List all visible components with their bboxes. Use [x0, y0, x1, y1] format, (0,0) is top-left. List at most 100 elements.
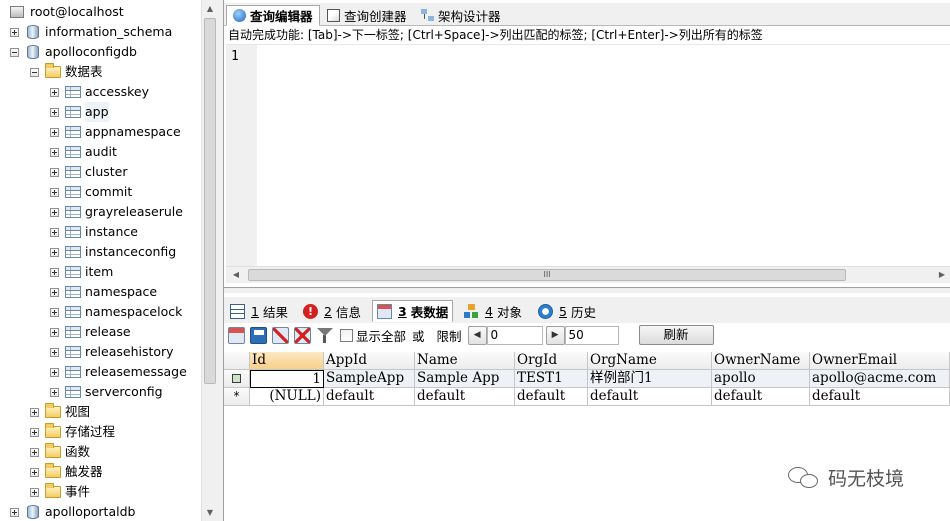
expand-icon[interactable]: [50, 127, 59, 137]
table-cell[interactable]: (NULL): [250, 388, 324, 406]
expand-icon[interactable]: [50, 167, 59, 177]
delete-selected-icon[interactable]: [294, 326, 311, 344]
tree-node[interactable]: grayreleaserule: [50, 202, 183, 222]
table-cell[interactable]: default: [515, 388, 588, 406]
table-cell[interactable]: default: [324, 388, 415, 406]
tab-table-data[interactable]: 3 表数据: [372, 300, 454, 322]
prev-page-button[interactable]: ◀: [467, 325, 487, 345]
scroll-left-arrow-icon[interactable]: ◀: [228, 267, 244, 283]
tree-node[interactable]: 视图: [30, 402, 90, 422]
expand-icon[interactable]: [10, 507, 19, 517]
expand-icon[interactable]: [50, 207, 59, 217]
tree-node[interactable]: cluster: [50, 162, 128, 182]
tree-node[interactable]: 事件: [30, 482, 90, 502]
import-table-icon[interactable]: [228, 326, 245, 344]
tab-history[interactable]: 5 历史: [534, 300, 600, 322]
expand-icon[interactable]: [50, 107, 59, 117]
tree-node[interactable]: instance: [50, 222, 138, 242]
tree-node[interactable]: 数据表: [30, 62, 103, 82]
tab-objects[interactable]: 4 对象: [460, 300, 526, 322]
tree-node[interactable]: namespacelock: [50, 302, 182, 322]
column-header[interactable]: Id: [250, 352, 324, 370]
tab-messages[interactable]: ! 2 信息: [299, 300, 365, 322]
tree-node[interactable]: namespace: [50, 282, 157, 302]
column-header[interactable]: AppId: [324, 352, 415, 370]
table-row[interactable]: 1 SampleApp Sample App TEST1 样例部门1 apollo apol…: [224, 370, 950, 388]
tree-node[interactable]: audit: [50, 142, 117, 162]
scroll-up-arrow-icon[interactable]: ▲: [202, 0, 218, 17]
refresh-button[interactable]: 刷新: [638, 325, 714, 345]
column-header[interactable]: Name: [415, 352, 515, 370]
new-row-indicator[interactable]: *: [224, 388, 250, 406]
expand-icon[interactable]: [50, 87, 59, 97]
expand-icon[interactable]: [50, 187, 59, 197]
tree-node[interactable]: accesskey: [50, 82, 149, 102]
tree-vertical-scrollbar[interactable]: ▲ ▼: [201, 0, 218, 521]
expand-icon[interactable]: [30, 487, 39, 497]
expand-icon[interactable]: [50, 327, 59, 337]
table-cell[interactable]: apollo@acme.com: [810, 370, 950, 388]
expand-icon[interactable]: [30, 407, 39, 417]
expand-icon[interactable]: [50, 347, 59, 357]
expand-icon[interactable]: [30, 427, 39, 437]
table-cell[interactable]: default: [810, 388, 950, 406]
sql-editor[interactable]: 1 ◀ III ▶: [226, 44, 950, 283]
limit-count-input[interactable]: 50: [564, 325, 619, 345]
tree-node[interactable]: apolloconfigdb: [10, 42, 137, 62]
expand-icon[interactable]: [50, 227, 59, 237]
expand-icon[interactable]: [10, 27, 19, 37]
column-header[interactable]: OwnerEmail: [810, 352, 950, 370]
tree-node[interactable]: apolloportaldb: [10, 502, 135, 521]
horizontal-splitter[interactable]: [224, 287, 950, 293]
filter-icon[interactable]: [316, 326, 333, 344]
tree-scroll-thumb[interactable]: [204, 18, 216, 384]
table-cell[interactable]: default: [588, 388, 712, 406]
expand-icon[interactable]: [50, 387, 59, 397]
tree-node[interactable]: release: [50, 322, 131, 342]
expand-icon[interactable]: [30, 467, 39, 477]
column-header[interactable]: OrgName: [588, 352, 712, 370]
tree-node[interactable]: app: [50, 102, 109, 122]
table-cell[interactable]: TEST1: [515, 370, 588, 388]
tab-results[interactable]: 1 结果: [226, 300, 292, 322]
scroll-down-arrow-icon[interactable]: ▼: [202, 504, 218, 521]
column-header[interactable]: OwnerName: [712, 352, 810, 370]
expand-icon[interactable]: [50, 247, 59, 257]
collapse-icon[interactable]: [30, 67, 39, 77]
grid-corner[interactable]: [224, 352, 250, 370]
table-cell[interactable]: SampleApp: [324, 370, 415, 388]
tree-node[interactable]: releasehistory: [50, 342, 174, 362]
tab-query-editor[interactable]: 查询编辑器: [226, 5, 320, 26]
expand-icon[interactable]: [50, 367, 59, 377]
save-changes-icon[interactable]: [250, 326, 267, 344]
current-row-indicator-icon[interactable]: [224, 370, 250, 388]
tree-node[interactable]: serverconfig: [50, 382, 163, 402]
expand-icon[interactable]: [30, 447, 39, 457]
scroll-right-arrow-icon[interactable]: ▶: [934, 267, 950, 283]
expand-icon[interactable]: [50, 307, 59, 317]
expand-icon[interactable]: [50, 287, 59, 297]
tree-node[interactable]: instanceconfig: [50, 242, 176, 262]
table-cell[interactable]: 1: [250, 370, 324, 388]
delete-row-icon[interactable]: [272, 326, 289, 344]
show-all-checkbox[interactable]: [340, 328, 353, 342]
expand-icon[interactable]: [50, 267, 59, 277]
collapse-icon[interactable]: [10, 47, 19, 57]
table-cell[interactable]: apollo: [712, 370, 810, 388]
editor-scroll-thumb[interactable]: III: [248, 269, 846, 281]
tree-node[interactable]: appnamespace: [50, 122, 181, 142]
column-header[interactable]: OrgId: [515, 352, 588, 370]
tree-node[interactable]: information_schema: [10, 22, 172, 42]
tree-node[interactable]: 触发器: [30, 462, 103, 482]
table-cell[interactable]: 样例部门1: [588, 370, 712, 388]
tree-node[interactable]: item: [50, 262, 113, 282]
table-row[interactable]: * (NULL) default default default default defau…: [224, 388, 950, 406]
tab-schema-designer[interactable]: 架构设计器: [414, 5, 508, 26]
tree-node[interactable]: 函数: [30, 442, 90, 462]
table-cell[interactable]: Sample App: [415, 370, 515, 388]
tree-node[interactable]: commit: [50, 182, 132, 202]
tree-node[interactable]: releasemessage: [50, 362, 187, 382]
tree-node[interactable]: 存储过程: [30, 422, 115, 442]
next-page-button[interactable]: ▶: [545, 325, 565, 345]
tab-query-builder[interactable]: 查询创建器: [320, 5, 414, 26]
